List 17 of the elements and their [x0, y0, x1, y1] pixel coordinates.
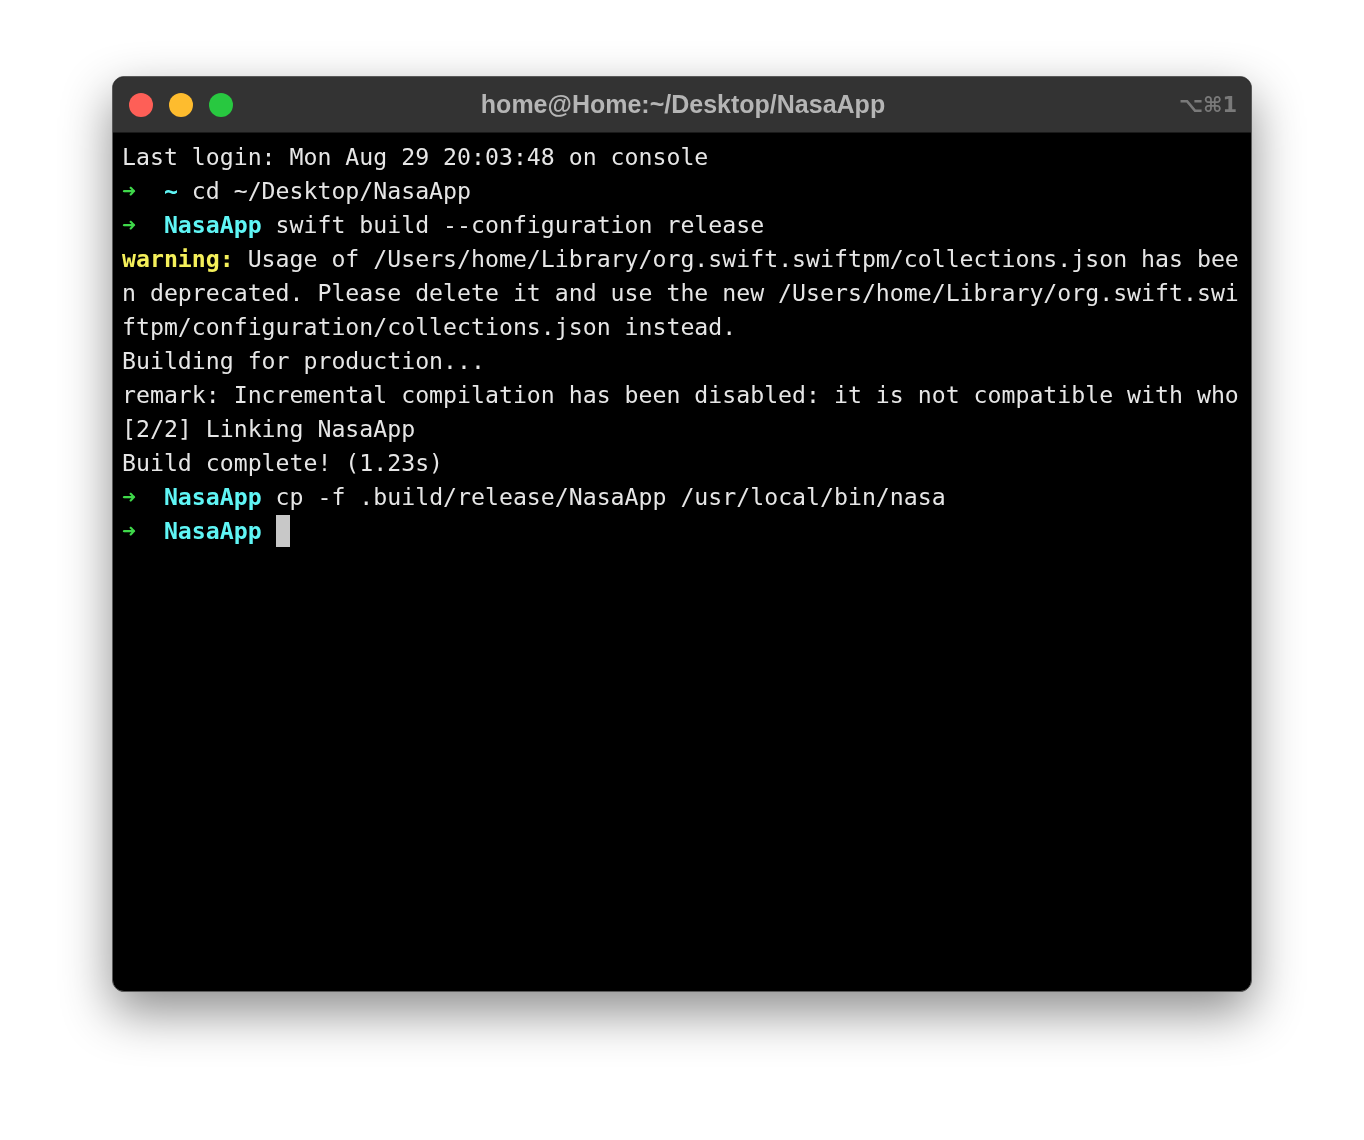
- terminal-line: ➜ NasaApp: [122, 516, 262, 546]
- terminal-line: warning: Usage of /Users/home/Library/org.swift.swiftpm/collections.json has bee: [122, 244, 1239, 274]
- shortcut-label: ⌥⌘1: [1178, 92, 1237, 117]
- terminal-line: Last login: Mon Aug 29 20:03:48 on console: [122, 142, 709, 172]
- zoom-button[interactable]: [209, 92, 233, 117]
- terminal-line: Building for production...: [122, 346, 485, 376]
- terminal-line: ➜ NasaApp swift build --configuration release: [122, 210, 765, 240]
- terminal-line: remark: Incremental compilation has been disabled: it is not compatible with who: [122, 380, 1239, 410]
- terminal-line: ➜ ~ cd ~/Desktop/NasaApp: [122, 176, 471, 206]
- terminal-line: ➜ NasaApp cp -f .build/release/NasaApp /usr/local/bin/nasa: [122, 482, 946, 512]
- window-title: home@Home:~/Desktop/NasaApp: [480, 90, 886, 119]
- terminal-line: Build complete! (1.23s): [122, 448, 444, 478]
- terminal-line: ftpm/configuration/collections.json instead.: [122, 312, 737, 342]
- close-button[interactable]: [129, 92, 153, 117]
- minimize-button[interactable]: [169, 92, 193, 117]
- terminal-line: [2/2] Linking NasaApp: [122, 414, 416, 444]
- terminal-line: n deprecated. Please delete it and use the new /Users/home/Library/org.swift.swi: [122, 278, 1239, 308]
